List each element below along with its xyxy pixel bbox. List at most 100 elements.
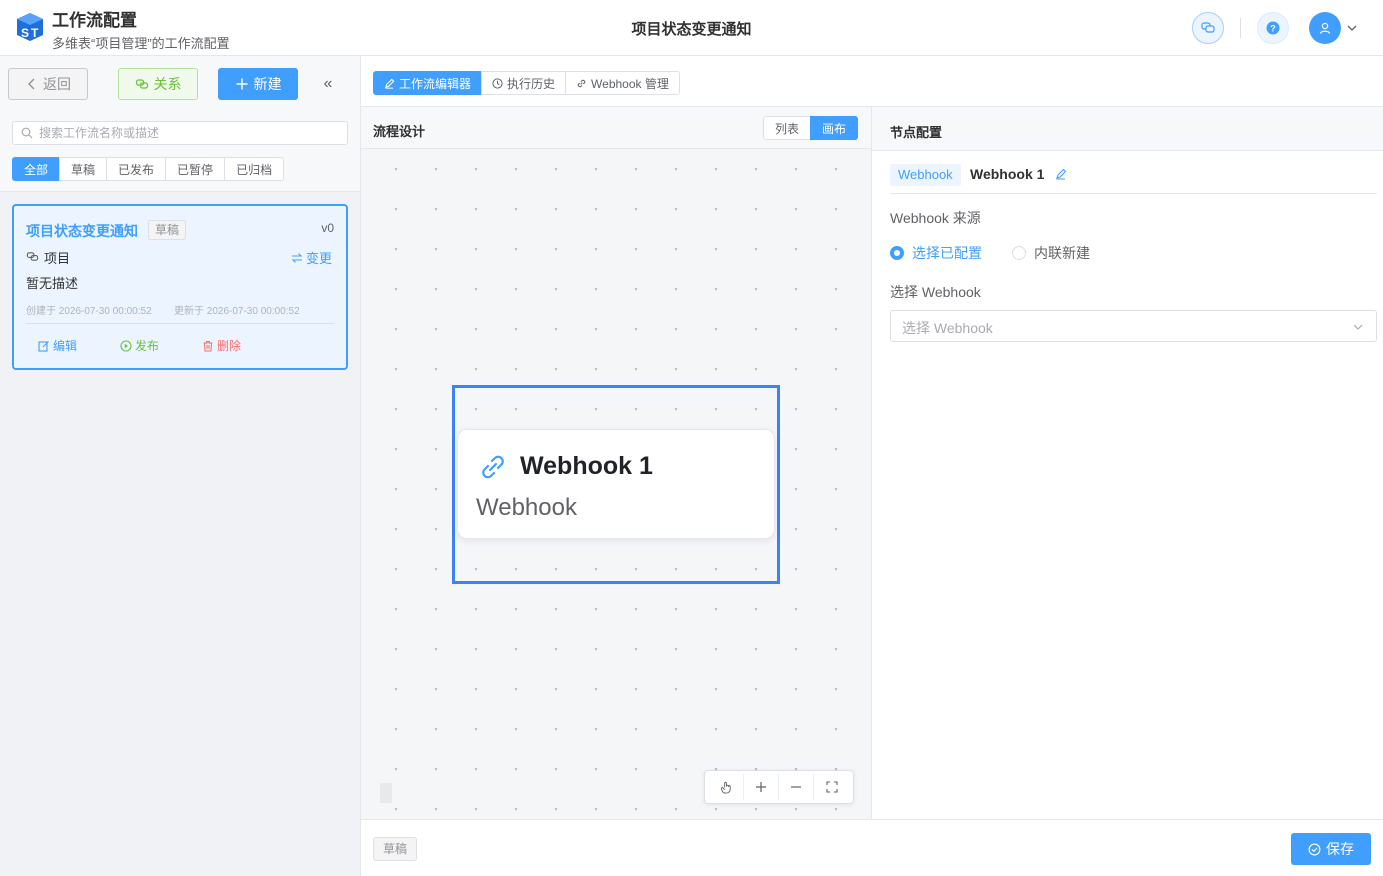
chevron-down-icon (1353, 324, 1363, 330)
zoom-out-button[interactable] (779, 774, 814, 800)
filter-published[interactable]: 已发布 (106, 157, 167, 181)
radio-dot (1012, 246, 1026, 260)
view-canvas-button[interactable]: 画布 (809, 116, 858, 140)
chevron-left-icon (28, 78, 35, 90)
status-badge: 草稿 (148, 220, 187, 240)
updated-time: 更新于 2026-07-30 00:00:52 (174, 306, 300, 317)
config-header: 节点配置 (872, 107, 1383, 151)
app-header: S T 工作流配置 多维表“项目管理”的工作流配置 项目状态变更通知 ? (0, 0, 1383, 56)
sidebar-toolbar: 返回 关系 新建 « 全部 草稿 已发布 已暂停 已归档 (0, 56, 360, 192)
webhook-node[interactable]: Webhook 1 Webhook (457, 429, 775, 539)
tab-label: 执行历史 (507, 76, 556, 91)
fit-view-button[interactable] (814, 774, 849, 800)
save-label: 保存 (1326, 841, 1354, 857)
new-label: 新建 (253, 76, 282, 92)
tab-execution-history[interactable]: 执行历史 (481, 71, 567, 95)
relation-label: 关系 (153, 76, 182, 92)
link-icon (577, 79, 586, 87)
workflow-card[interactable]: 项目状态变更通知 草稿 v0 项目 变更 暂无描述 创建于 2026-07-30… (12, 204, 348, 370)
pan-button[interactable] (709, 774, 744, 800)
trash-icon (203, 340, 213, 351)
save-button[interactable]: 保存 (1291, 833, 1371, 865)
webhook-source-label: Webhook 来源 (890, 210, 981, 226)
status-filter-tabs: 全部 草稿 已发布 已暂停 已归档 (12, 157, 285, 181)
svg-text:?: ? (1270, 24, 1276, 34)
radio-inline-create[interactable]: 内联新建 (1012, 243, 1090, 263)
chevron-down-icon[interactable] (1346, 22, 1358, 34)
edit-icon (38, 340, 49, 352)
node-title: Webhook 1 (520, 452, 653, 480)
publish-label: 发布 (135, 339, 160, 353)
node-type-tag: Webhook (890, 164, 961, 186)
filter-archived[interactable]: 已归档 (224, 157, 285, 181)
delete-label: 删除 (217, 339, 242, 353)
created-time: 创建于 2026-07-30 00:00:52 (26, 306, 152, 317)
chat-icon (1201, 22, 1215, 33)
collapse-sidebar-button[interactable]: « (318, 68, 338, 100)
workflow-description: 暂无描述 (26, 276, 79, 291)
header-divider (1240, 18, 1241, 38)
delete-button[interactable]: 删除 (202, 337, 241, 354)
help-icon: ? (1266, 21, 1280, 35)
search-box (12, 121, 348, 145)
chat-button[interactable] (1192, 12, 1224, 44)
new-workflow-button[interactable]: 新建 (218, 68, 298, 100)
radio-select-existing[interactable]: 选择已配置 (890, 243, 982, 263)
flow-design-panel: 流程设计 列表 画布 Webhook 1 Webhook (361, 106, 872, 820)
view-list-button[interactable]: 列表 (762, 116, 811, 140)
help-button[interactable]: ? (1257, 12, 1289, 44)
workflow-name[interactable]: 项目状态变更通知 (26, 221, 138, 241)
filter-all[interactable]: 全部 (12, 157, 61, 181)
plus-icon (756, 782, 766, 792)
card-divider (26, 323, 334, 324)
change-label: 变更 (305, 251, 332, 266)
flow-canvas[interactable]: Webhook 1 Webhook (361, 149, 871, 820)
relation-button[interactable]: 关系 (118, 68, 198, 100)
webhook-select[interactable]: 选择 Webhook (890, 310, 1377, 342)
sidebar: 返回 关系 新建 « 全部 草稿 已发布 已暂停 已归档 项目状态变更通知 草稿… (0, 56, 361, 876)
search-icon (21, 127, 33, 139)
relation-icon (135, 79, 148, 89)
swap-icon (291, 252, 303, 263)
editor-footer: 草稿 保存 (361, 819, 1383, 876)
select-webhook-label: 选择 Webhook (890, 284, 981, 300)
back-label: 返回 (43, 76, 71, 92)
fullscreen-icon (825, 781, 838, 793)
user-avatar[interactable] (1309, 12, 1341, 44)
table-link-icon (26, 252, 39, 261)
tab-webhook-management[interactable]: Webhook 管理 (565, 71, 680, 95)
radio-label: 选择已配置 (912, 245, 982, 261)
main-tabs: 工作流编辑器 执行历史 Webhook 管理 (373, 71, 680, 95)
hand-icon (720, 781, 731, 794)
select-placeholder: 选择 Webhook (902, 320, 993, 336)
tab-label: 工作流编辑器 (399, 76, 472, 91)
page-title: 项目状态变更通知 (631, 21, 752, 38)
pen-icon (385, 78, 395, 89)
status-badge: 草稿 (373, 837, 418, 861)
minimap-handle[interactable] (380, 783, 392, 803)
minus-icon (791, 786, 801, 788)
canvas-title: 流程设计 (373, 124, 426, 139)
search-input[interactable] (39, 124, 339, 142)
pen-icon[interactable] (1055, 168, 1067, 180)
workflow-table: 项目 (44, 251, 71, 266)
edit-label: 编辑 (53, 339, 78, 353)
node-name: Webhook 1 (970, 166, 1045, 182)
config-divider (890, 193, 1377, 194)
tab-workflow-editor[interactable]: 工作流编辑器 (373, 71, 483, 95)
filter-draft[interactable]: 草稿 (59, 157, 108, 181)
plus-icon (236, 78, 247, 90)
edit-button[interactable]: 编辑 (38, 337, 77, 354)
canvas-controls (704, 770, 854, 804)
filter-paused[interactable]: 已暂停 (165, 157, 226, 181)
double-chevron-left-icon: « (323, 75, 333, 92)
play-icon (120, 339, 132, 352)
link-icon (482, 455, 504, 479)
view-toggle: 列表 画布 (762, 116, 858, 140)
radio-label: 内联新建 (1034, 245, 1090, 261)
change-table-button[interactable]: 变更 (291, 248, 332, 267)
workflow-version: v0 (321, 221, 334, 235)
zoom-in-button[interactable] (744, 774, 779, 800)
publish-button[interactable]: 发布 (120, 337, 159, 354)
back-button[interactable]: 返回 (8, 68, 88, 100)
